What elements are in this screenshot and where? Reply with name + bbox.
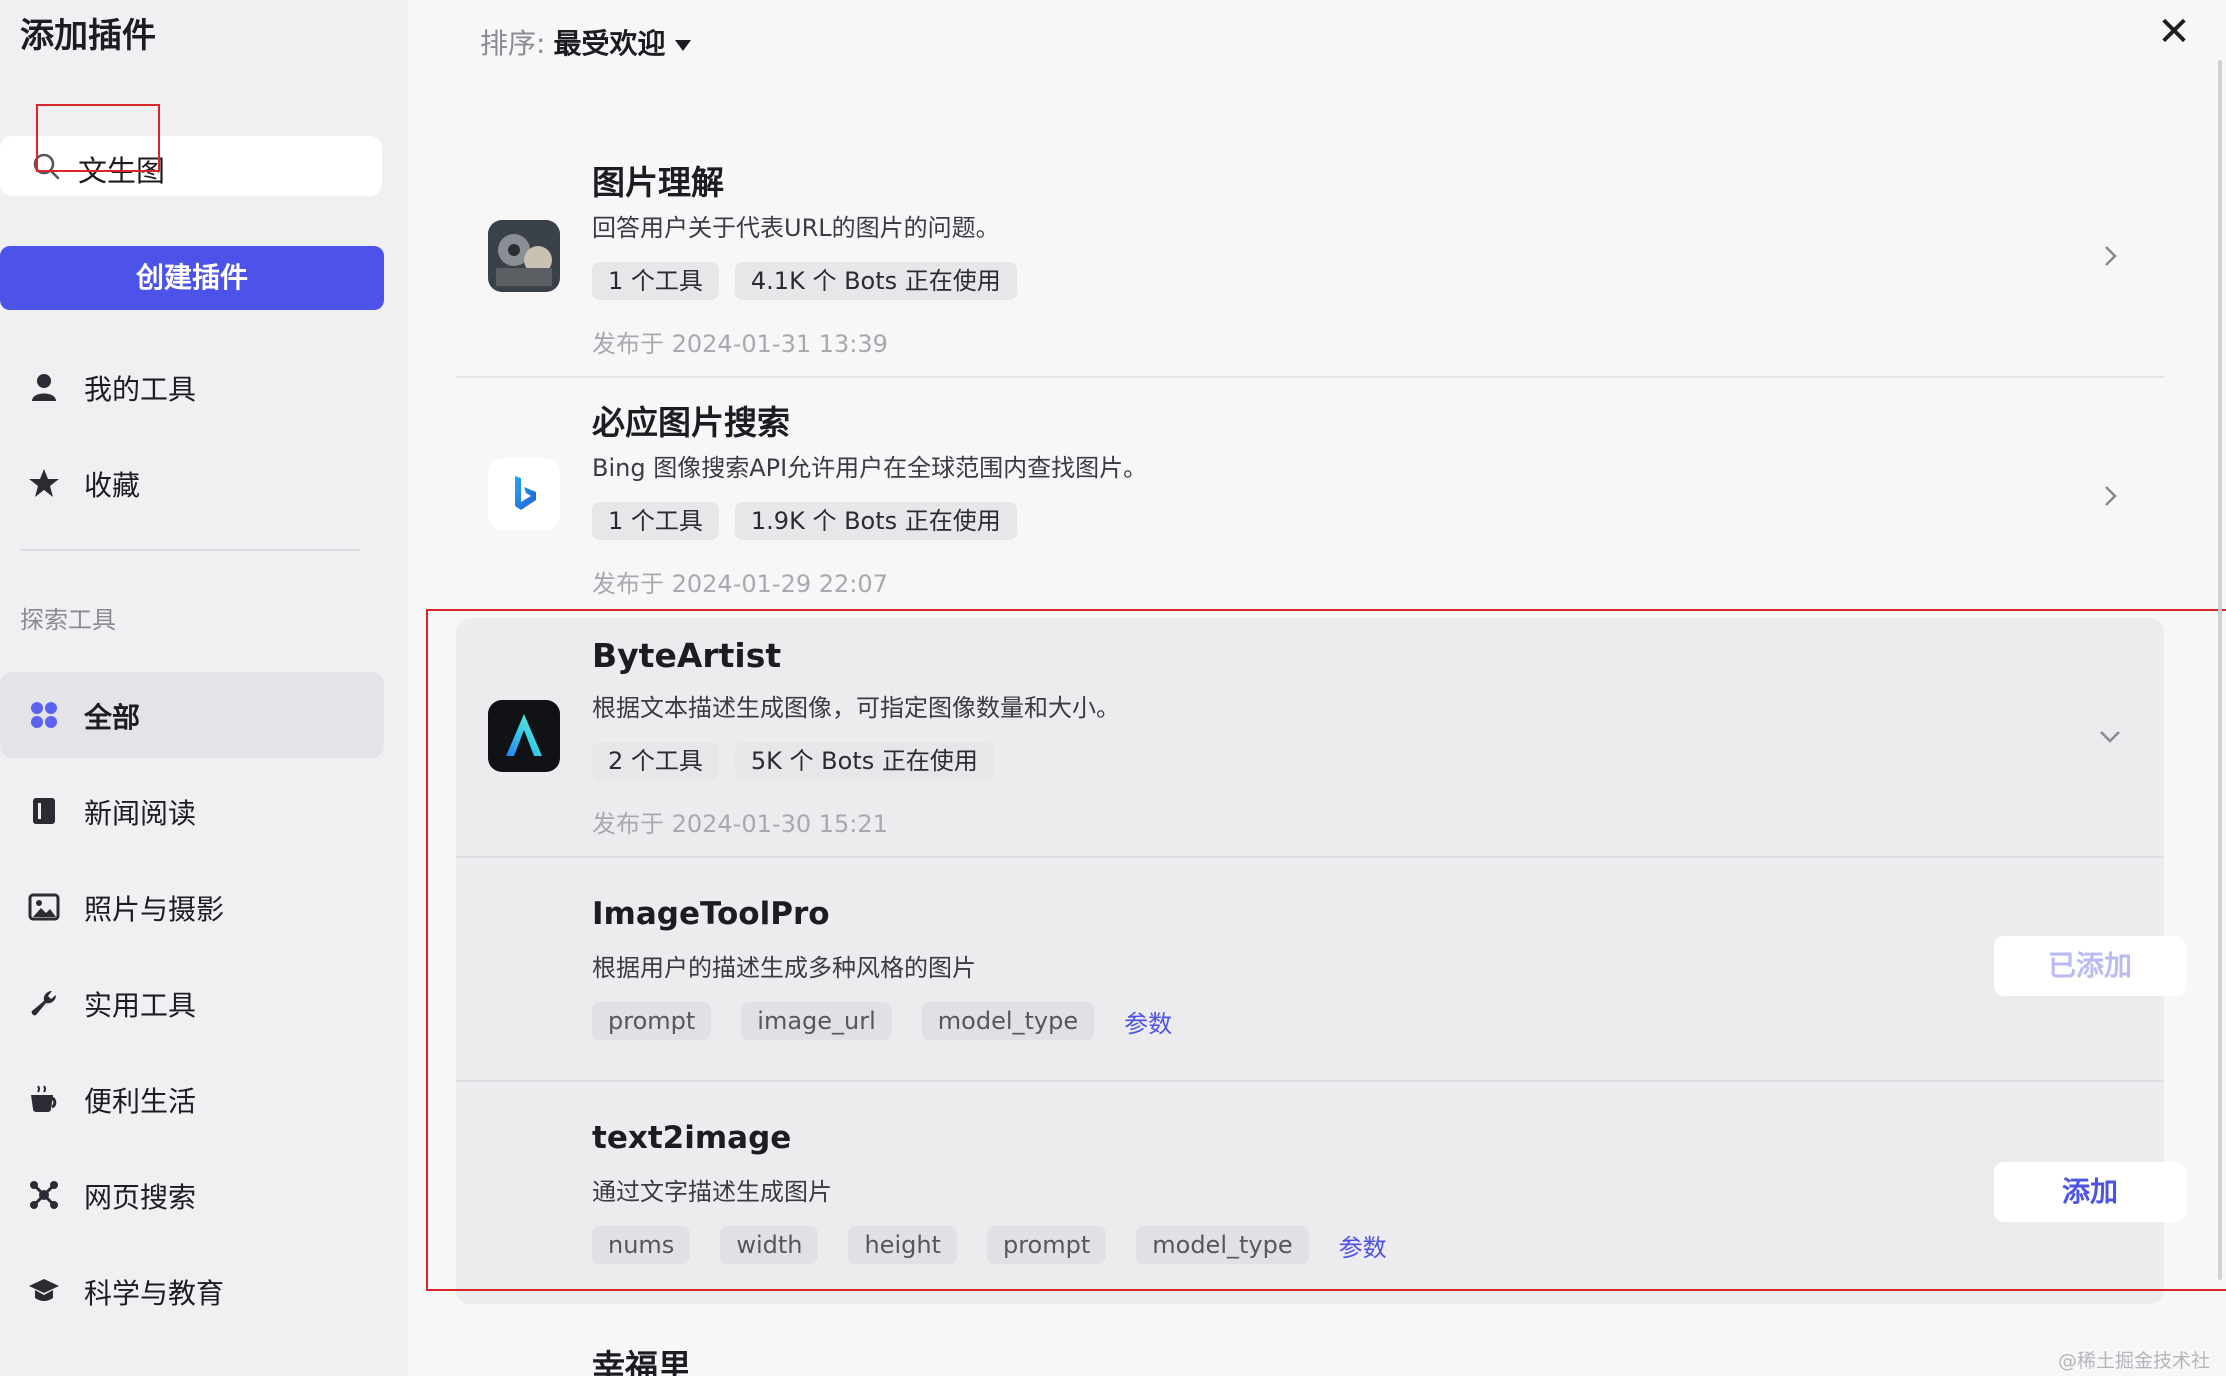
tool-count-badge: 1 个工具 [592, 262, 719, 300]
tool-params: prompt image_url model_type 参数 [592, 1002, 1172, 1040]
tool-description: 根据用户的描述生成多种风格的图片 [592, 954, 976, 982]
sidebar-item-label: 我的工具 [84, 373, 197, 406]
tool-count-badge: 2 个工具 [592, 742, 719, 780]
tool-row-text2image: text2image 通过文字描述生成图片 nums width height … [456, 1082, 2186, 1304]
plugin-name: 图片理解 [592, 163, 724, 202]
plugin-card-image-understanding[interactable]: 图片理解 回答用户关于代表URL的图片的问题。 1 个工具 4.1K 个 Bot… [456, 140, 2164, 376]
added-button[interactable]: 已添加 [1994, 936, 2186, 996]
plugin-logo-image-understanding [488, 220, 560, 292]
sidebar-divider [20, 549, 360, 551]
sidebar-item-label: 全部 [84, 701, 141, 734]
publish-date: 发布于 2024-01-31 13:39 [592, 330, 888, 358]
param-tag: model_type [1136, 1226, 1309, 1264]
plugin-tags: 1 个工具 1.9K 个 Bots 正在使用 [592, 502, 1017, 540]
plugin-logo-byteartist [488, 700, 560, 772]
create-plugin-button[interactable]: 创建插件 [0, 246, 384, 310]
sidebar-item-label: 收藏 [84, 469, 141, 502]
plugin-name-partial: 幸福里 [592, 1347, 691, 1376]
sidebar-item-photo[interactable]: 照片与摄影 [0, 864, 384, 950]
param-tag: nums [592, 1226, 691, 1264]
sidebar-item-favorites[interactable]: 收藏 [0, 440, 384, 526]
user-icon [32, 374, 56, 401]
sidebar-item-label: 照片与摄影 [84, 893, 225, 926]
param-tag: prompt [986, 1226, 1107, 1264]
tool-count-badge: 1 个工具 [592, 502, 719, 540]
usage-badge: 1.9K 个 Bots 正在使用 [734, 502, 1017, 540]
plugin-description: 回答用户关于代表URL的图片的问题。 [592, 214, 1000, 242]
params-link[interactable]: 参数 [1339, 1228, 1387, 1263]
tool-params: nums width height prompt model_type 参数 [592, 1226, 1387, 1264]
sidebar-section-label: 探索工具 [20, 606, 116, 634]
param-tag: prompt [592, 1002, 712, 1040]
sidebar-item-label: 网页搜索 [84, 1181, 197, 1214]
plugin-tags: 2 个工具 5K 个 Bots 正在使用 [592, 742, 994, 780]
close-icon[interactable]: ✕ [2154, 12, 2194, 52]
tool-name: text2image [592, 1120, 792, 1156]
sidebar-item-utilities[interactable]: 实用工具 [0, 960, 384, 1046]
sidebar-item-my-tools[interactable]: 我的工具 [0, 344, 384, 430]
chevron-right-icon[interactable] [2096, 242, 2124, 270]
search-input[interactable]: 文生图 [0, 136, 382, 196]
usage-badge: 5K 个 Bots 正在使用 [734, 742, 994, 780]
param-tag: image_url [741, 1002, 892, 1040]
sidebar-item-label: 新闻阅读 [84, 797, 197, 830]
plugin-description: Bing 图像搜索API允许用户在全球范围内查找图片。 [592, 454, 1148, 482]
sort-label: 排序: [480, 27, 546, 60]
sidebar-item-lifestyle[interactable]: 便利生活 [0, 1056, 384, 1142]
param-tag: width [720, 1226, 819, 1264]
graduation-cap-icon [29, 1279, 59, 1301]
sidebar-item-web-search[interactable]: 网页搜索 [0, 1152, 384, 1238]
search-icon [33, 153, 60, 180]
publish-date: 发布于 2024-01-30 15:21 [592, 810, 888, 838]
chevron-right-icon[interactable] [2096, 482, 2124, 510]
sidebar-item-label: 实用工具 [84, 989, 197, 1022]
chevron-down-icon[interactable] [2096, 722, 2124, 750]
book-icon [33, 798, 55, 824]
wrench-icon [31, 990, 57, 1016]
cup-icon [31, 1085, 57, 1112]
sidebar: 添加插件 文生图 创建插件 我的工具 收藏 探索工具 全部 新闻阅读 照片与摄影… [0, 0, 408, 1376]
param-tag: model_type [921, 1002, 1095, 1040]
plugin-description: 根据文本描述生成图像，可指定图像数量和大小。 [592, 694, 1120, 722]
tool-row-imagetoolpro: ImageToolPro 根据用户的描述生成多种风格的图片 prompt ima… [456, 858, 2186, 1080]
sort-dropdown[interactable]: 排序: 最受欢迎 [480, 22, 692, 62]
param-tag: height [848, 1226, 957, 1264]
caret-down-icon [675, 39, 692, 51]
dialog-title: 添加插件 [20, 16, 156, 56]
plugin-name: ByteArtist [592, 636, 782, 675]
image-icon [28, 893, 60, 921]
plugin-list-panel: 排序: 最受欢迎 ✕ 图片理解 回答用户关于代表URL的图片的问题。 1 个工具 … [408, 0, 2226, 1376]
sort-value: 最受欢迎 [553, 27, 666, 60]
add-button[interactable]: 添加 [1994, 1162, 2186, 1222]
card-divider [456, 376, 2164, 378]
scrollbar[interactable] [2218, 60, 2222, 1280]
sidebar-item-science[interactable]: 科学与教育 [0, 1248, 384, 1334]
plugin-logo-bing [488, 458, 560, 530]
params-link[interactable]: 参数 [1124, 1004, 1172, 1039]
sidebar-item-all[interactable]: 全部 [0, 672, 384, 758]
plugin-name: 必应图片搜索 [592, 403, 790, 442]
sidebar-item-news[interactable]: 新闻阅读 [0, 768, 384, 854]
tool-name: ImageToolPro [592, 896, 830, 932]
tool-description: 通过文字描述生成图片 [592, 1178, 832, 1206]
plugin-tags: 1 个工具 4.1K 个 Bots 正在使用 [592, 262, 1017, 300]
plugin-card-bing-image-search[interactable]: 必应图片搜索 Bing 图像搜索API允许用户在全球范围内查找图片。 1 个工具… [456, 380, 2164, 616]
sidebar-item-label: 便利生活 [84, 1085, 197, 1118]
plugin-card-byteartist[interactable]: ByteArtist 根据文本描述生成图像，可指定图像数量和大小。 2 个工具 … [456, 620, 2164, 856]
watermark: @稀土掘金技术社区 [2058, 1350, 2211, 1372]
network-icon [30, 1181, 58, 1209]
grid-icon [31, 702, 57, 728]
sidebar-item-label: 科学与教育 [84, 1277, 225, 1310]
usage-badge: 4.1K 个 Bots 正在使用 [734, 262, 1017, 300]
publish-date: 发布于 2024-01-29 22:07 [592, 570, 888, 598]
star-icon [29, 469, 59, 497]
search-value: 文生图 [78, 154, 166, 188]
